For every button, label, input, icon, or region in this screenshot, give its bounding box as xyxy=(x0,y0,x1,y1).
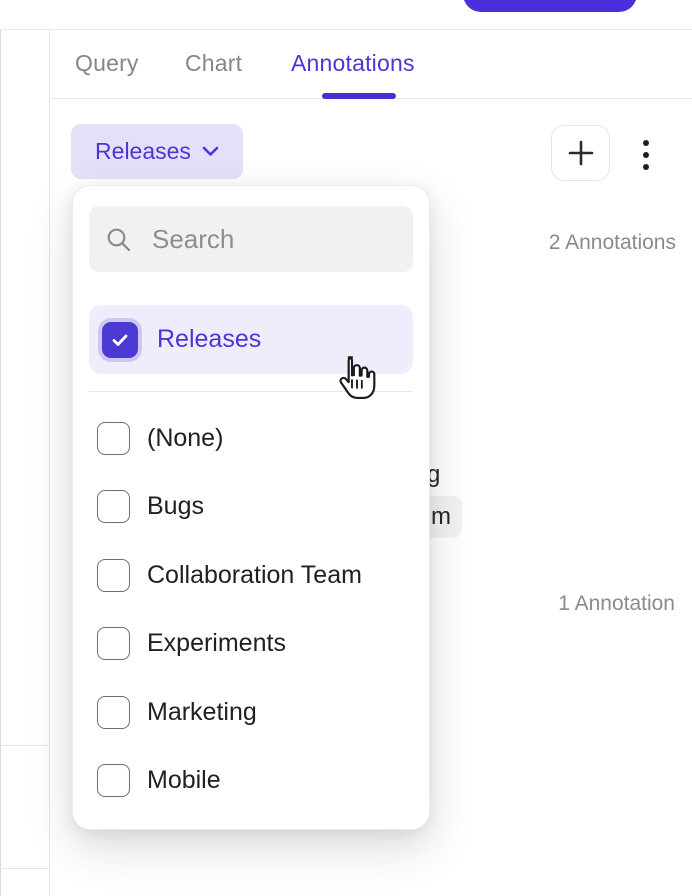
primary-action-button[interactable] xyxy=(463,0,637,12)
option-row-none[interactable]: (None) xyxy=(97,419,223,457)
option-label: Releases xyxy=(157,325,261,354)
top-bar xyxy=(0,0,692,30)
option-row-bugs[interactable]: Bugs xyxy=(97,487,204,525)
left-sidebar-rail xyxy=(0,30,50,896)
option-label: Bugs xyxy=(147,492,204,521)
chevron-down-icon xyxy=(202,146,219,157)
rail-divider xyxy=(0,868,50,869)
dropdown-search-box[interactable] xyxy=(89,206,413,272)
option-row-experiments[interactable]: Experiments xyxy=(97,624,286,662)
search-input[interactable] xyxy=(152,224,487,255)
add-annotation-button[interactable] xyxy=(551,125,610,181)
checkmark-icon xyxy=(110,330,130,350)
rail-divider xyxy=(0,745,50,746)
option-row-marketing[interactable]: Marketing xyxy=(97,693,257,731)
checkbox-unchecked[interactable] xyxy=(97,627,130,660)
dropdown-divider xyxy=(89,391,413,392)
plus-icon xyxy=(566,138,596,168)
releases-filter-dropdown-button[interactable]: Releases xyxy=(71,124,243,179)
option-row-collaboration-team[interactable]: Collaboration Team xyxy=(97,556,362,594)
search-icon xyxy=(105,226,132,253)
more-options-button[interactable] xyxy=(631,134,661,176)
option-row-releases-selected[interactable]: Releases xyxy=(89,305,413,374)
tab-chart[interactable]: Chart xyxy=(185,50,242,77)
option-label: Marketing xyxy=(147,698,257,727)
option-label: Collaboration Team xyxy=(147,561,362,590)
checkbox-unchecked[interactable] xyxy=(97,764,130,797)
active-tab-underline xyxy=(322,93,396,99)
option-label: Experiments xyxy=(147,629,286,658)
checkbox-unchecked[interactable] xyxy=(97,696,130,729)
checkbox-unchecked[interactable] xyxy=(97,559,130,592)
checkbox-checked[interactable] xyxy=(102,322,138,358)
tab-annotations[interactable]: Annotations xyxy=(291,50,415,77)
annotation-group-count: 1 Annotation xyxy=(558,592,675,616)
option-row-mobile[interactable]: Mobile xyxy=(97,761,221,799)
option-label: Mobile xyxy=(147,766,221,795)
option-label: (None) xyxy=(147,424,223,453)
kebab-menu-icon xyxy=(643,140,649,170)
releases-filter-dropdown-panel: Releases (None) Bugs Collaboration Team … xyxy=(72,185,430,830)
checkbox-unchecked[interactable] xyxy=(97,422,130,455)
tab-query[interactable]: Query xyxy=(75,50,139,77)
annotation-group-count: 2 Annotations xyxy=(549,231,676,255)
checkbox-unchecked[interactable] xyxy=(97,490,130,523)
filter-button-label: Releases xyxy=(95,138,191,165)
